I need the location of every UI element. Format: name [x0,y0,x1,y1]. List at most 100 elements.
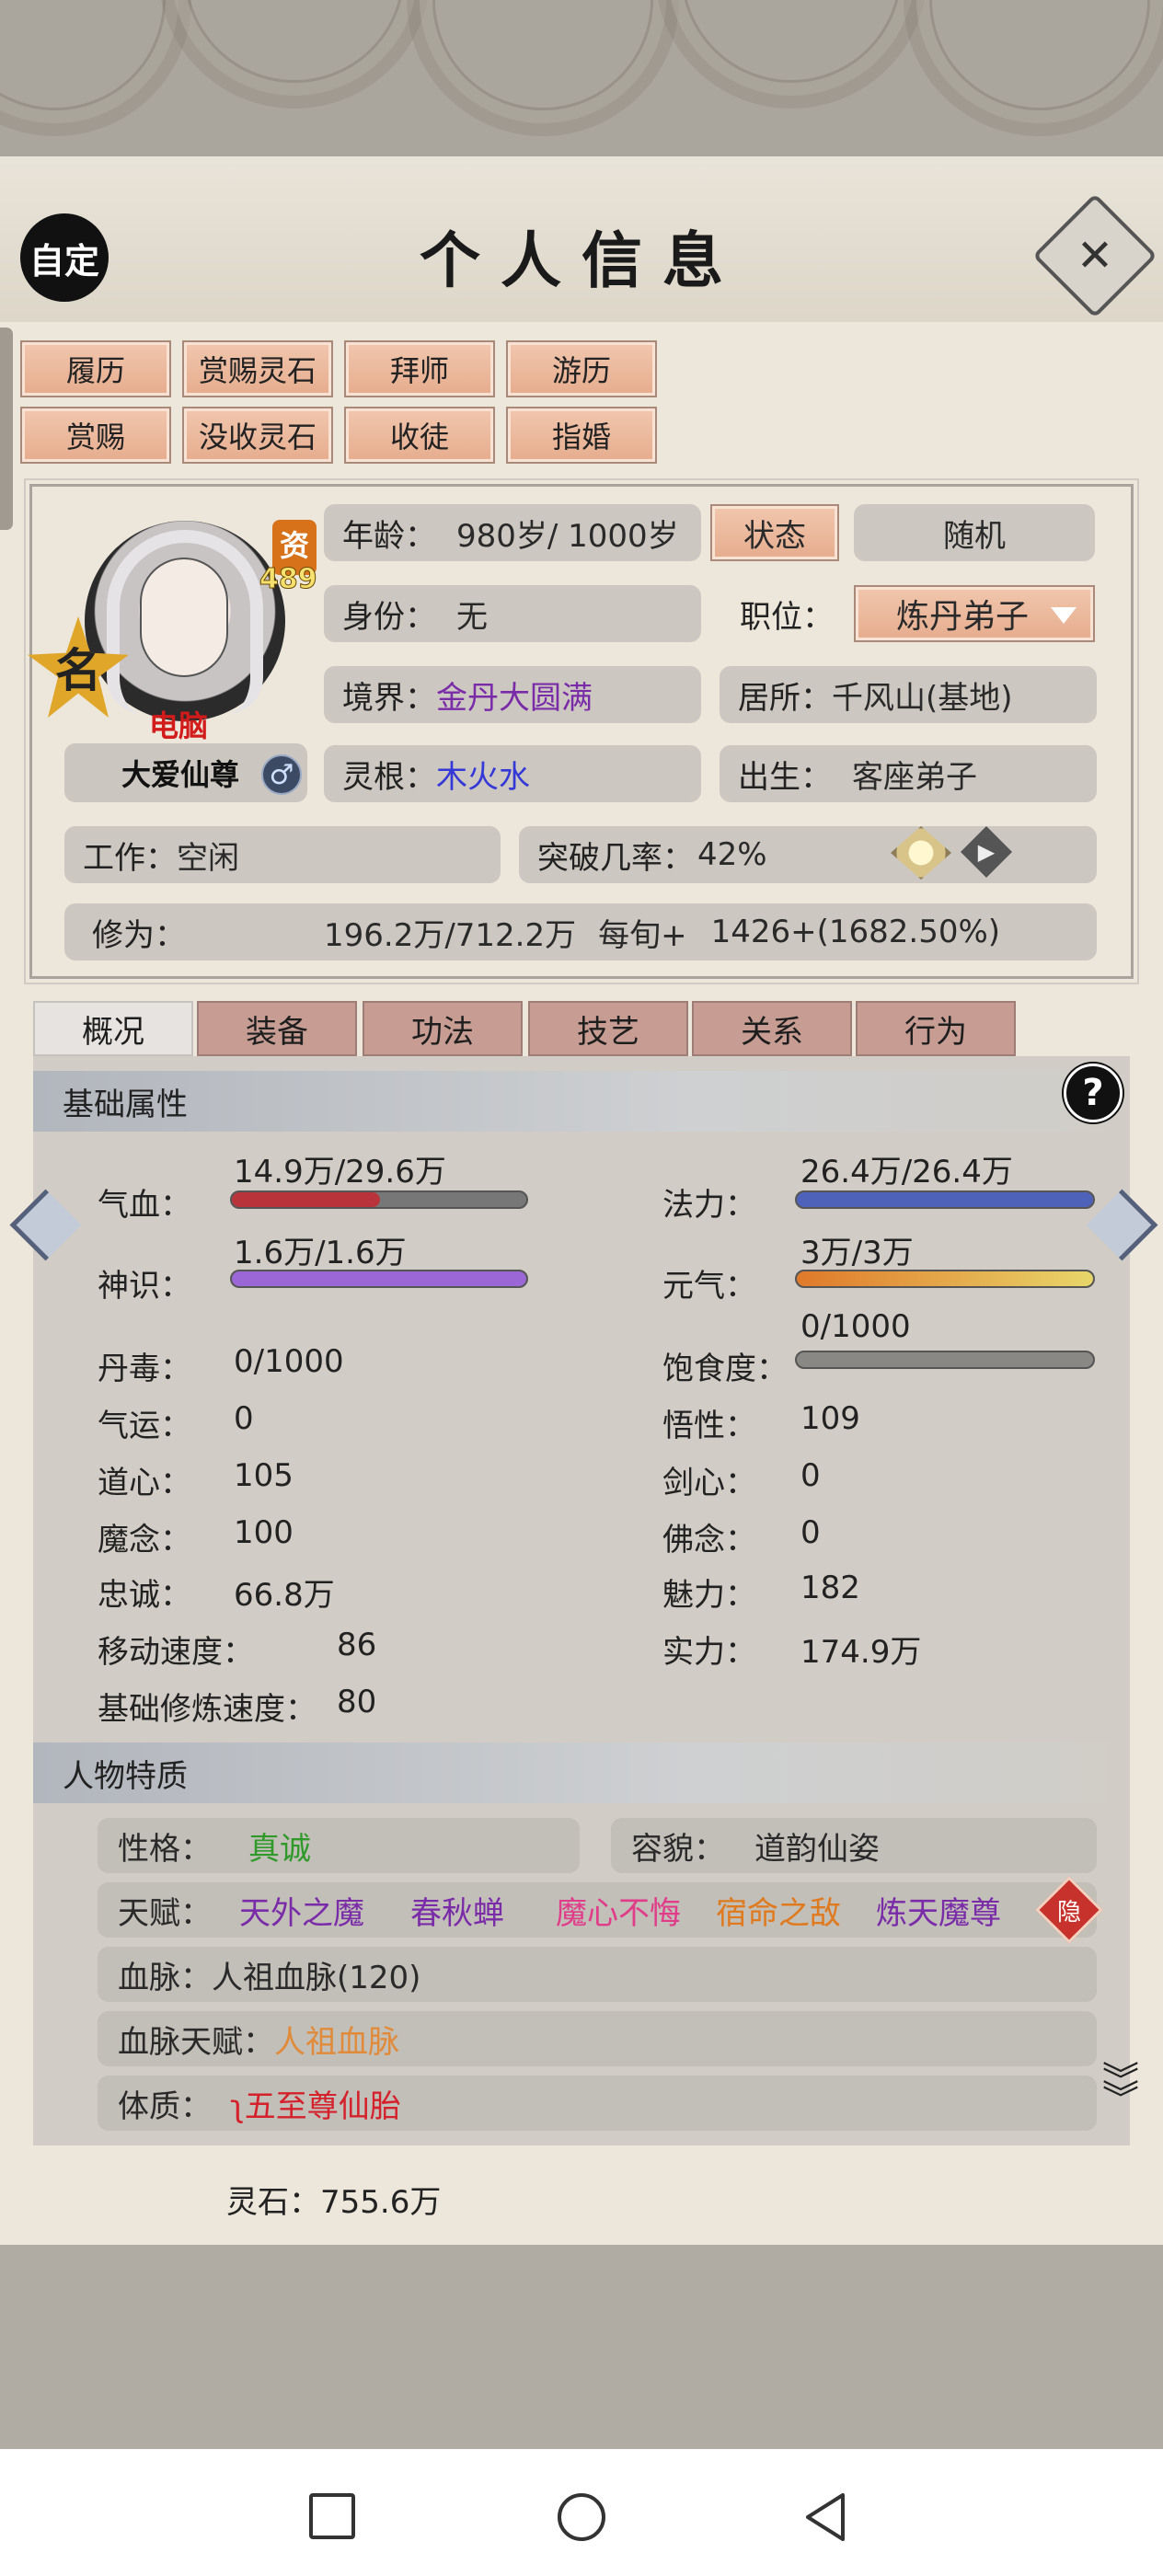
buddha-thought-value: 0 [800,1514,821,1551]
breakthrough-label: 突破几率： [537,839,694,877]
strength-value: 174.9万 [800,1634,922,1671]
talent-item[interactable]: 魔心不悔 [556,1888,681,1933]
mana-bar-fill [797,1192,1093,1207]
personality-value: 真诚 [248,1830,311,1868]
origin-label: 出生： [738,758,832,796]
mana-label: 法力： [662,1187,756,1224]
random-button[interactable]: 随机 [854,504,1095,561]
basic-attributes-title: 基础属性 [63,1086,188,1123]
traits-title: 人物特质 [63,1757,188,1795]
basic-attributes-header: 基础属性 [33,1071,1130,1132]
custom-button[interactable]: 自定 [20,213,109,302]
demon-thought-label: 魔念： [98,1522,191,1558]
bloodline-talent-field: 血脉天赋： 人祖血脉 [98,2011,1097,2066]
identity-value: 无 [456,598,488,636]
take-master-button[interactable]: 拜师 [344,340,495,397]
confiscate-stones-button[interactable]: 没收灵石 [182,407,333,464]
male-icon: ♂ [261,754,302,795]
breakthrough-field: 突破几率： 42% [519,826,1097,883]
work-label: 工作： [83,839,177,877]
recent-apps-icon[interactable] [307,2491,359,2543]
talent-item[interactable]: 天外之魔 [239,1888,364,1933]
vigor-bar-fill [797,1271,1093,1286]
luck-label: 气运： [98,1408,191,1444]
reward-stones-button[interactable]: 赏赐灵石 [182,340,333,397]
breakthrough-value: 42% [697,836,767,873]
pill-toxicity-label: 丹毒： [98,1351,191,1387]
residence-value: 千风山(基地) [832,679,1013,717]
satiety-value: 0/1000 [800,1308,911,1345]
strength-label: 实力： [662,1634,756,1671]
vigor-value: 3万/3万 [800,1235,914,1271]
talent-item[interactable]: 宿命之敌 [716,1888,841,1933]
residence-field: 居所： 千风山(基地) [720,666,1097,723]
home-icon[interactable] [556,2491,607,2543]
charm-label: 魅力： [662,1577,756,1614]
arrange-marriage-button[interactable]: 指婚 [506,407,657,464]
sword-heart-label: 剑心： [662,1465,756,1501]
move-speed-value: 86 [337,1627,377,1663]
back-icon[interactable] [800,2491,852,2543]
mana-bar [795,1190,1095,1209]
reward-button[interactable]: 赏赐 [20,407,171,464]
prev-character-arrow-icon[interactable] [7,1187,48,1270]
position-select[interactable]: 炼丹弟子 [854,585,1095,642]
spirit-sense-bar-fill [232,1271,526,1286]
spirit-sense-bar [230,1270,528,1288]
talent-item[interactable]: 春秋蝉 [410,1888,504,1933]
pill-toxicity-value: 0/1000 [234,1343,344,1380]
bloodline-talent-value: 人祖血脉 [274,2023,399,2061]
hp-label: 气血： [98,1187,191,1224]
bloodline-field: 血脉： 人祖血脉(120) [98,1947,1097,2002]
realm-label: 境界： [342,679,436,717]
position-value: 炼丹弟子 [896,598,1030,636]
next-character-arrow-icon[interactable] [1115,1187,1156,1270]
comprehension-label: 悟性： [662,1408,756,1444]
tab-skills[interactable]: 技艺 [528,1001,688,1056]
help-icon[interactable]: ? [1064,1064,1123,1122]
spirit-root-label: 灵根： [342,758,436,796]
personality-label: 性格： [118,1830,212,1868]
residence-label: 居所： [738,679,832,717]
expand-more-icon[interactable]: ︾ ︾ [1091,2063,1150,2149]
appearance-value: 道韵仙姿 [754,1830,880,1868]
close-icon: ✕ [1076,230,1114,282]
physique-label: 体质： [118,2087,212,2125]
vigor-label: 元气： [662,1268,756,1305]
position-label: 职位： [740,598,834,636]
demon-thought-value: 100 [234,1514,294,1551]
appearance-label: 容貌： [631,1830,725,1868]
history-button[interactable]: 履历 [20,340,171,397]
bloodline-value: 人祖血脉(120) [212,1959,421,1996]
spirit-stones-count: 灵石：755.6万 [226,2184,442,2221]
charm-value: 182 [800,1570,860,1606]
cultivation-field: 修为： 196.2万/712.2万 每旬+ 1426+(1682.50%) [64,903,1097,960]
personality-field: 性格： 真诚 [98,1818,580,1873]
realm-value: 金丹大圆满 [436,679,593,717]
move-speed-label: 移动速度： [98,1634,254,1671]
identity-field: 身份： 无 [324,585,701,642]
work-field: 工作： 空闲 [64,826,501,883]
talent-item[interactable]: 炼天魔尊 [876,1888,1001,1933]
talent-label: 天赋： [118,1894,212,1932]
take-disciple-button[interactable]: 收徒 [344,407,495,464]
tab-behavior[interactable]: 行为 [856,1001,1016,1056]
spirit-sense-label: 神识： [98,1268,191,1305]
page-title: 个人信息 [420,224,743,296]
left-scroll-handle[interactable] [0,328,13,530]
avatar[interactable] [85,521,285,721]
cultivation-speed-label: 基础修炼速度： [98,1691,317,1728]
position-label-field: 职位： [720,585,848,642]
cultivation-value: 196.2万/712.2万 [324,916,577,954]
bloodline-talent-label: 血脉天赋： [118,2023,274,2061]
top-background [0,0,1163,156]
status-button[interactable]: 状态 [710,504,839,561]
tab-relations[interactable]: 关系 [692,1001,852,1056]
tab-overview[interactable]: 概况 [33,1001,193,1056]
identity-label: 身份： [342,598,436,636]
tab-techniques[interactable]: 功法 [363,1001,523,1056]
cultivation-label: 修为： [92,916,186,954]
travel-button[interactable]: 游历 [506,340,657,397]
tab-equipment[interactable]: 装备 [197,1001,357,1056]
age-field: 年龄： 980岁/ 1000岁 [324,504,701,561]
